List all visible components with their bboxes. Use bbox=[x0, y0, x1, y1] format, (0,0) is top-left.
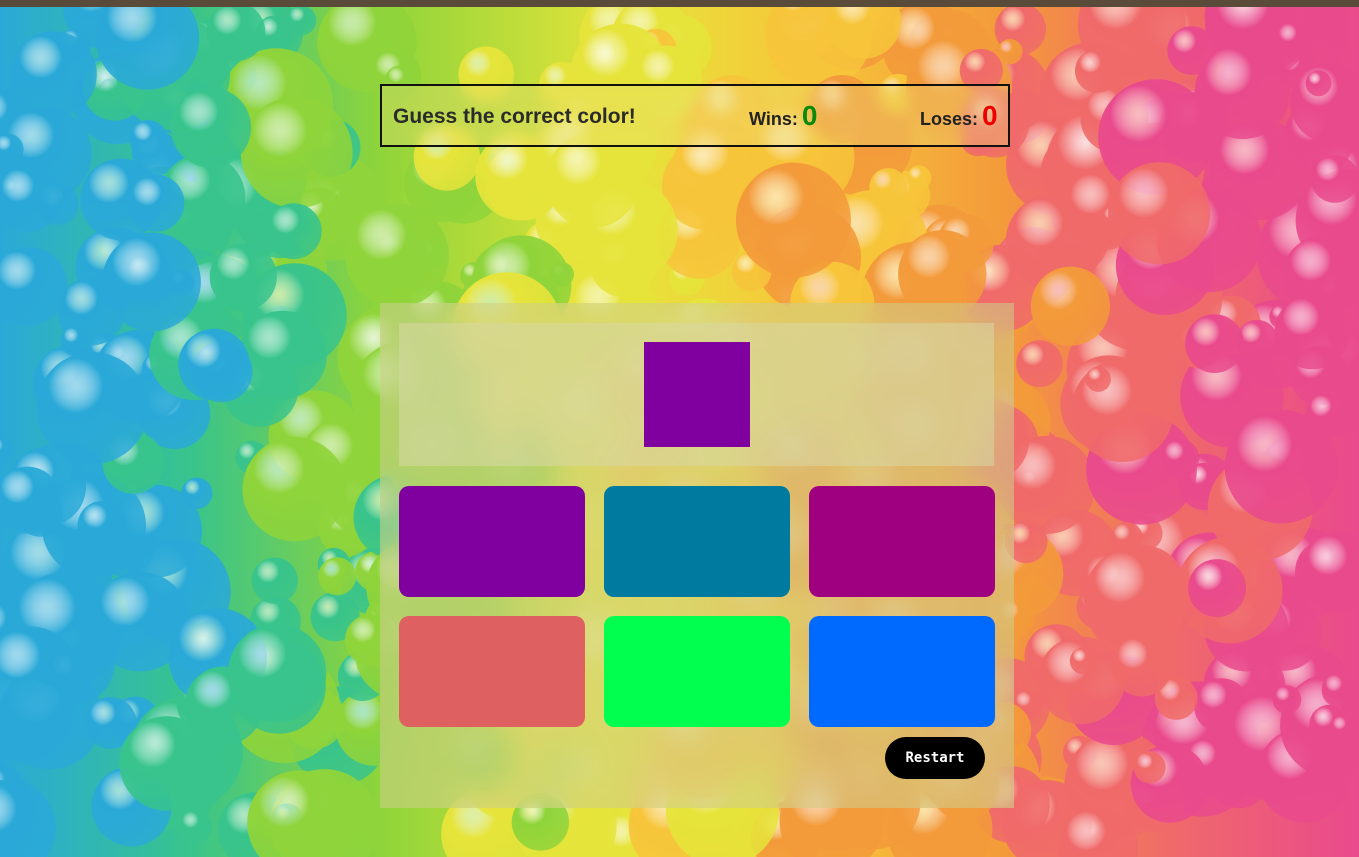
background-ball bbox=[1305, 392, 1350, 437]
game-background: Guess the correct color! Wins: 0 Loses: 0 … bbox=[0, 0, 1359, 857]
background-ball bbox=[1185, 314, 1244, 373]
background-ball bbox=[1275, 21, 1312, 58]
background-ball bbox=[238, 310, 327, 400]
background-ball bbox=[0, 436, 15, 465]
background-ball bbox=[1188, 559, 1247, 618]
loses-score: Loses: 0 bbox=[920, 100, 998, 132]
background-ball bbox=[869, 168, 908, 207]
background-ball bbox=[1160, 439, 1200, 478]
background-ball bbox=[1083, 546, 1187, 650]
color-option-5[interactable] bbox=[604, 616, 790, 727]
color-option-3[interactable] bbox=[809, 486, 995, 597]
background-ball bbox=[240, 96, 353, 209]
background-ball bbox=[735, 162, 851, 278]
background-ball bbox=[129, 120, 168, 158]
color-option-1[interactable] bbox=[399, 486, 585, 597]
background-ball bbox=[318, 557, 357, 596]
background-ball bbox=[209, 243, 277, 311]
background-ball bbox=[0, 247, 68, 326]
loses-value: 0 bbox=[982, 100, 998, 131]
background-ball bbox=[1310, 155, 1359, 203]
background-ball bbox=[1272, 685, 1302, 714]
loses-label: Loses: bbox=[920, 109, 979, 129]
color-option-4[interactable] bbox=[399, 616, 585, 727]
background-ball bbox=[178, 809, 212, 844]
background-ball bbox=[170, 87, 252, 168]
target-color-swatch bbox=[644, 342, 750, 447]
score-header: Guess the correct color! Wins: 0 Loses: 0 bbox=[380, 84, 1010, 147]
background-ball bbox=[36, 352, 149, 465]
background-ball bbox=[60, 326, 91, 356]
color-option-6[interactable] bbox=[809, 616, 995, 727]
target-area bbox=[399, 323, 994, 466]
background-ball bbox=[1330, 714, 1357, 742]
background-ball bbox=[1111, 635, 1173, 697]
background-ball bbox=[545, 133, 640, 228]
background-ball bbox=[178, 328, 250, 401]
background-ball bbox=[181, 477, 213, 510]
background-ball bbox=[1274, 294, 1350, 370]
background-ball bbox=[77, 501, 128, 551]
background-ball bbox=[1071, 359, 1174, 463]
background-ball bbox=[10, 31, 97, 118]
top-strip bbox=[0, 0, 1359, 7]
background-ball bbox=[1305, 70, 1332, 97]
background-ball bbox=[1069, 647, 1097, 675]
wins-score: Wins: 0 bbox=[749, 100, 817, 132]
restart-button[interactable]: Restart bbox=[885, 737, 985, 779]
background-ball bbox=[1108, 162, 1211, 265]
background-ball bbox=[1321, 672, 1357, 708]
background-ball bbox=[127, 174, 185, 232]
background-ball bbox=[1195, 43, 1291, 140]
background-ball bbox=[1074, 48, 1119, 93]
background-ball bbox=[906, 165, 932, 191]
background-ball bbox=[997, 39, 1023, 65]
background-ball bbox=[251, 557, 298, 604]
game-panel: Restart bbox=[380, 303, 1014, 808]
background-ball bbox=[1016, 340, 1063, 388]
background-ball bbox=[0, 779, 56, 857]
background-ball bbox=[101, 232, 201, 332]
background-ball bbox=[1085, 366, 1112, 392]
wins-value: 0 bbox=[801, 100, 818, 131]
background-ball bbox=[242, 437, 347, 542]
background-ball bbox=[345, 203, 449, 308]
background-ball bbox=[265, 203, 322, 260]
background-ball bbox=[227, 624, 327, 723]
background-ball bbox=[1133, 751, 1166, 784]
wins-label: Wins: bbox=[749, 109, 798, 129]
background-ball bbox=[1030, 266, 1110, 346]
game-title: Guess the correct color! bbox=[393, 105, 636, 128]
color-option-2[interactable] bbox=[604, 486, 790, 597]
